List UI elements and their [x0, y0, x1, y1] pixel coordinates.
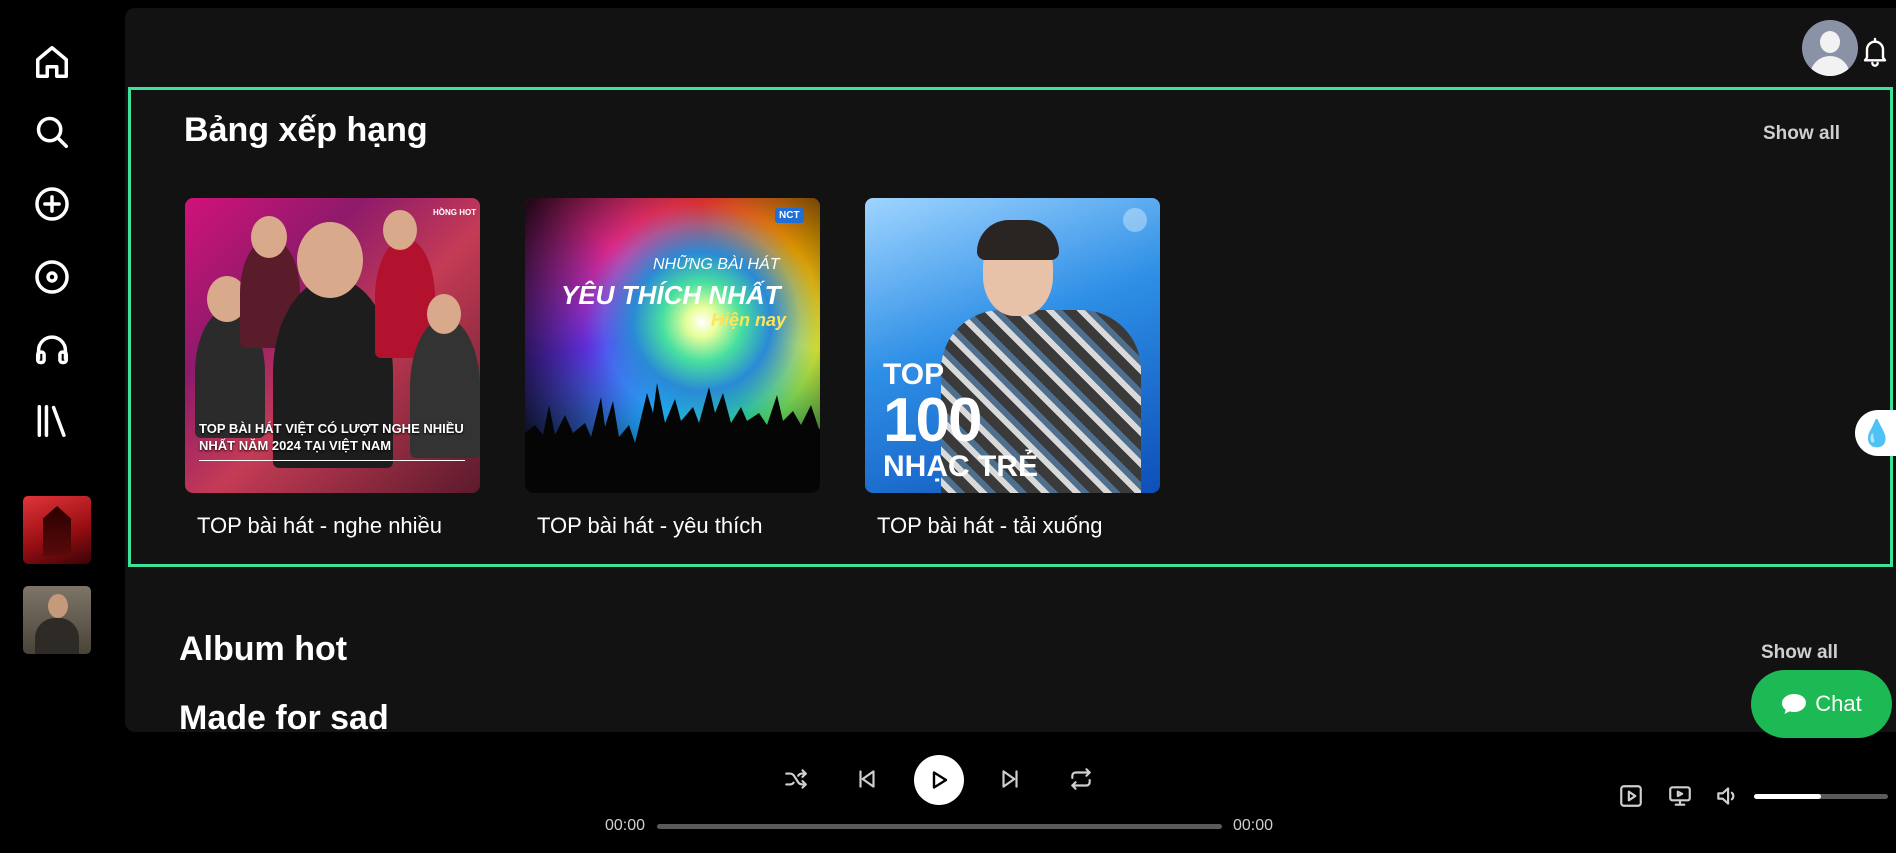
- sidebar-artist-thumbnail[interactable]: [23, 586, 91, 654]
- disc-icon: [35, 260, 69, 294]
- main-content: Bảng xếp hạng Show all HỒNG HOT TOP BÀI …: [125, 8, 1896, 732]
- avatar: [1802, 20, 1858, 76]
- library-icon: [37, 405, 66, 437]
- skip-back-icon: [859, 770, 875, 788]
- playlist-card[interactable]: NCT NHỮNG BÀI HÁT YÊU THÍCH NHẤT Hiện na…: [525, 198, 820, 539]
- bell-icon: [1863, 37, 1887, 67]
- volume-icon: [1717, 787, 1735, 805]
- playlist-card[interactable]: TOP 100 NHẠC TRẺ TOP bài hát - tải xuống: [865, 198, 1160, 539]
- section-title: Album hot: [179, 630, 348, 668]
- sidebar: [0, 0, 120, 730]
- waveform-icon: [1123, 208, 1147, 232]
- cover-text: YÊU THÍCH NHẤT: [561, 280, 781, 310]
- chat-label: Chat: [1815, 691, 1862, 716]
- crowd-silhouette: [525, 383, 820, 493]
- plus-circle-icon: [35, 187, 69, 221]
- cover-tag: HỒNG HOT: [433, 208, 477, 217]
- section-title: Made for sad: [179, 699, 389, 732]
- nav-podcasts[interactable]: [28, 325, 76, 373]
- volume-slider[interactable]: [1754, 794, 1888, 799]
- chat-bubble-icon: [1782, 694, 1807, 714]
- current-time: 00:00: [605, 817, 646, 834]
- playlist-cover: TOP 100 NHẠC TRẺ: [865, 198, 1160, 493]
- progress-bar[interactable]: [657, 824, 1222, 829]
- nav-library[interactable]: [28, 397, 76, 445]
- playlist-card[interactable]: HỒNG HOT TOP BÀI HÁT VIỆT CÓ LƯỢT NGHE N…: [185, 198, 480, 539]
- charts-section: Bảng xếp hạng Show all HỒNG HOT TOP BÀI …: [128, 87, 1893, 567]
- playlist-cover: HỒNG HOT TOP BÀI HÁT VIỆT CÓ LƯỢT NGHE N…: [185, 198, 480, 493]
- previous-button[interactable]: [849, 761, 885, 797]
- playlist-title: TOP bài hát - tải xuống: [877, 513, 1103, 538]
- repeat-button[interactable]: [1063, 761, 1099, 797]
- headphones-icon: [36, 335, 68, 365]
- cover-text: Hiện nay: [711, 310, 787, 330]
- play-button[interactable]: [914, 755, 964, 805]
- connect-device-button[interactable]: [1662, 778, 1698, 814]
- search-icon: [36, 116, 68, 148]
- playlist-cover: NCT NHỮNG BÀI HÁT YÊU THÍCH NHẤT Hiện na…: [525, 198, 820, 493]
- total-time: 00:00: [1233, 817, 1274, 834]
- cover-caption: TOP BÀI HÁT VIỆT CÓ LƯỢT NGHE NHIỀU NHẤT…: [199, 421, 464, 453]
- play-icon: [932, 771, 948, 789]
- user-avatar-button[interactable]: [1802, 20, 1858, 76]
- shuffle-button[interactable]: [778, 761, 814, 797]
- repeat-icon: [1071, 768, 1091, 790]
- nav-create[interactable]: [28, 180, 76, 228]
- cover-badge: NCT: [775, 208, 804, 223]
- cover-text: TOP 100 NHẠC TRẺ: [883, 358, 1038, 483]
- playlist-title: TOP bài hát - nghe nhiều: [197, 513, 443, 538]
- show-all-link[interactable]: Show all: [1761, 642, 1838, 664]
- show-all-link[interactable]: Show all: [1763, 123, 1840, 145]
- mute-button[interactable]: [1709, 778, 1745, 814]
- cover-text: NHỮNG BÀI HÁT: [653, 256, 780, 273]
- home-icon: [36, 46, 68, 78]
- sidebar-playlist-thumbnail[interactable]: [23, 496, 91, 564]
- nav-home[interactable]: [28, 38, 76, 86]
- now-playing-view-button[interactable]: [1613, 778, 1649, 814]
- play-square-icon: [1620, 785, 1642, 807]
- notifications-button[interactable]: [1855, 31, 1895, 71]
- section-title: Bảng xếp hạng: [184, 111, 428, 149]
- monitor-icon: [1669, 786, 1691, 806]
- water-drop-icon: 💧: [1860, 417, 1894, 448]
- chat-button[interactable]: Chat: [1751, 670, 1892, 738]
- nav-discover[interactable]: [28, 253, 76, 301]
- floating-assistant-button[interactable]: 💧: [1855, 410, 1896, 456]
- playlist-title: TOP bài hát - yêu thích: [537, 513, 763, 538]
- nav-search[interactable]: [28, 108, 76, 156]
- next-button[interactable]: [992, 761, 1028, 797]
- skip-forward-icon: [1002, 770, 1018, 788]
- shuffle-icon: [785, 769, 807, 789]
